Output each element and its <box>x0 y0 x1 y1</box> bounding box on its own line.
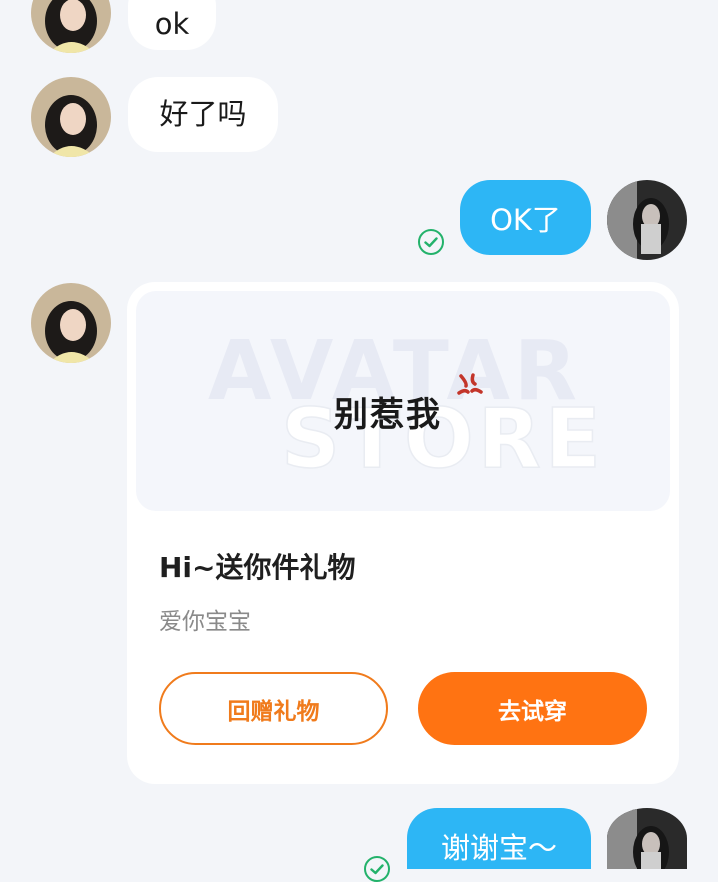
check-circle-icon <box>418 229 444 255</box>
gift-card[interactable]: AVATAR STORE 别惹我 Hi~送你件礼物 爱你宝宝 回赠礼物 去试穿 <box>127 282 679 784</box>
watermark-line2: STORE <box>280 392 605 487</box>
preview-text: 别惹我 <box>334 395 442 435</box>
other-avatar[interactable] <box>31 77 111 157</box>
return-gift-label: 回赠礼物 <box>227 698 320 725</box>
message-text: 好了吗 <box>159 97 247 131</box>
message-bubble-outgoing[interactable]: OK了 <box>460 180 591 255</box>
return-gift-button[interactable]: 回赠礼物 <box>159 672 388 745</box>
anger-mark-icon <box>455 373 485 405</box>
message-text: ok <box>154 6 190 41</box>
my-avatar[interactable] <box>607 808 687 869</box>
my-avatar[interactable] <box>607 180 687 260</box>
message-text: OK了 <box>490 202 561 237</box>
message-bubble-outgoing[interactable]: 谢谢宝～ <box>407 808 591 869</box>
message-bubble-incoming[interactable]: 好了吗 <box>128 77 278 152</box>
try-on-button[interactable]: 去试穿 <box>418 672 647 745</box>
gift-preview-image[interactable]: AVATAR STORE 别惹我 <box>136 291 670 511</box>
try-on-label: 去试穿 <box>498 698 567 725</box>
gift-subtitle: 爱你宝宝 <box>159 609 251 635</box>
message-text: 谢谢宝～ <box>440 830 557 865</box>
other-avatar[interactable] <box>31 283 111 363</box>
message-bubble-incoming[interactable]: ok <box>128 0 216 50</box>
other-avatar[interactable] <box>31 0 111 53</box>
check-circle-icon <box>364 856 390 882</box>
gift-title: Hi~送你件礼物 <box>159 551 356 584</box>
